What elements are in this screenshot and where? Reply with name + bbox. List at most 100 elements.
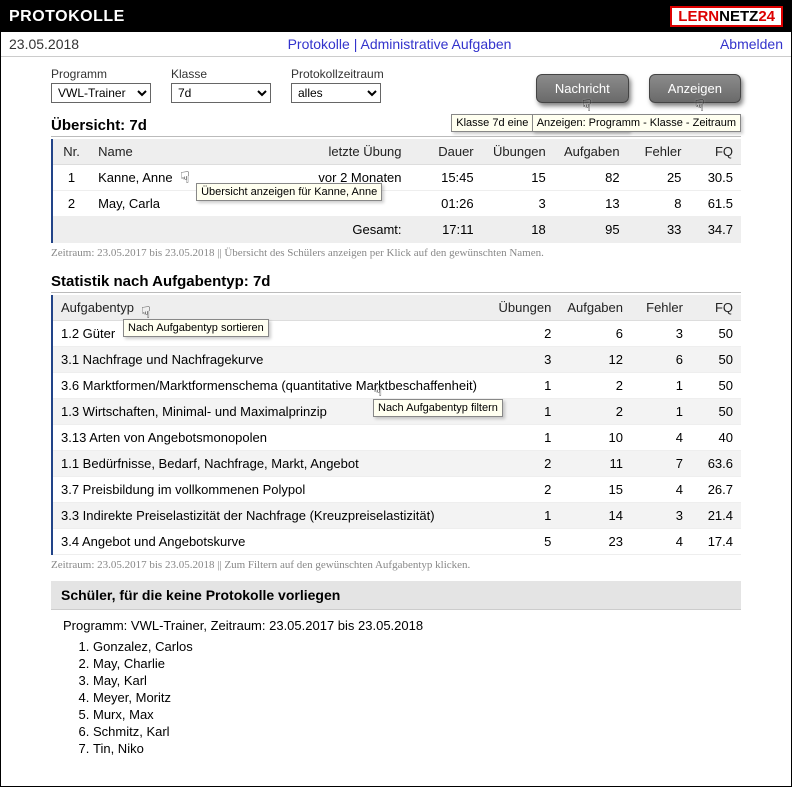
cell-typ[interactable]: 3.7 Preisbildung im vollkommenen Polypol (53, 477, 489, 503)
stats-footnote: Zeitraum: 23.05.2017 bis 23.05.2018 || Z… (51, 559, 741, 571)
col-auf[interactable]: Aufgaben (554, 139, 628, 165)
cell-fq: 50 (691, 347, 741, 373)
zeitraum-label: Protokollzeitraum (291, 67, 384, 81)
programm-select[interactable]: VWL-Trainer (51, 83, 151, 103)
logo: LERNNETZ24 (670, 6, 783, 27)
table-row[interactable]: 1Kanne, Anne☟Übersicht anzeigen für Kann… (53, 165, 741, 191)
col-fehler[interactable]: Fehler (628, 139, 690, 165)
cell-fq: 50 (691, 399, 741, 425)
table-row[interactable]: 3.3 Indirekte Preiselastizität der Nachf… (53, 503, 741, 529)
cell-nr: 2 (53, 191, 90, 217)
sort-tooltip: Nach Aufgabentyp sortieren (123, 319, 269, 337)
col-fehler[interactable]: Fehler (631, 295, 691, 321)
cell-ueb: 3 (489, 347, 559, 373)
logout-link[interactable]: Abmelden (720, 36, 783, 52)
cell-fq: 17.4 (691, 529, 741, 555)
cell-fq: 61.5 (689, 191, 741, 217)
cell-nr: 1 (53, 165, 90, 191)
col-ueb[interactable]: Übungen (489, 295, 559, 321)
col-auf[interactable]: Aufgaben (559, 295, 631, 321)
cell-auf: 82 (554, 165, 628, 191)
cell-auf: 23 (559, 529, 631, 555)
total-label: Gesamt: (286, 217, 410, 243)
list-item: Schmitz, Karl (93, 724, 729, 739)
cell-typ[interactable]: 3.4 Angebot und Angebotskurve (53, 529, 489, 555)
total-row: Gesamt:17:1118953334.7 (53, 217, 741, 243)
stats-heading: Statistik nach Aufgabentyp: 7d (51, 273, 741, 293)
cell-typ[interactable]: 3.6 Marktformen/Marktformenschema (quant… (53, 373, 489, 399)
noproto-heading: Schüler, für die keine Protokolle vorlie… (51, 581, 741, 610)
table-row[interactable]: 3.4 Angebot und Angebotskurve523417.4 (53, 529, 741, 555)
anzeigen-button[interactable]: Anzeigen (649, 74, 741, 103)
programm-label: Programm (51, 67, 151, 81)
table-row[interactable]: 3.6 Marktformen/Marktformenschema (quant… (53, 373, 741, 399)
nav-admin[interactable]: Administrative Aufgaben (360, 36, 511, 52)
col-nr: Nr. (53, 139, 90, 165)
controls-row: Programm VWL-Trainer Klasse 7d Protokoll… (51, 67, 741, 103)
cell-ueb: 1 (489, 503, 559, 529)
cell-name[interactable]: Kanne, Anne☟Übersicht anzeigen für Kanne… (90, 165, 286, 191)
cell-dauer: 15:45 (410, 165, 482, 191)
cell-auf: 6 (559, 321, 631, 347)
row-tooltip: Übersicht anzeigen für Kanne, Anne (196, 183, 382, 201)
cell-ueb: 3 (482, 191, 554, 217)
zeitraum-select[interactable]: alles (291, 83, 381, 103)
cell-auf: 14 (559, 503, 631, 529)
cell-fehler: 8 (628, 191, 690, 217)
cell-auf: 12 (559, 347, 631, 373)
list-item: May, Charlie (93, 656, 729, 671)
cell-fehler: 3 (631, 503, 691, 529)
cell-typ[interactable]: 3.13 Arten von Angebotsmonopolen (53, 425, 489, 451)
nav-protokolle[interactable]: Protokolle (288, 36, 350, 52)
cell-ueb: 15 (482, 165, 554, 191)
page-title: Protokolle (9, 8, 125, 26)
list-item: May, Karl (93, 673, 729, 688)
cell-ueb: 2 (489, 451, 559, 477)
cell-auf: 11 (559, 451, 631, 477)
table-row[interactable]: 2May, Carla01:26313861.5 (53, 191, 741, 217)
cell-auf: 2 (559, 399, 631, 425)
klasse-label: Klasse (171, 67, 271, 81)
col-dauer[interactable]: Dauer (410, 139, 482, 165)
cell-fehler: 6 (631, 347, 691, 373)
cell-ueb: 5 (489, 529, 559, 555)
col-fq[interactable]: FQ (689, 139, 741, 165)
cell-fehler: 1 (631, 373, 691, 399)
table-row[interactable]: 3.13 Arten von Angebotsmonopolen110440 (53, 425, 741, 451)
cell-auf: 13 (554, 191, 628, 217)
overview-table: Nr. Name letzte Übung Dauer Übungen Aufg… (53, 139, 741, 243)
list-item: Meyer, Moritz (93, 690, 729, 705)
cell-typ[interactable]: 1.1 Bedürfnisse, Bedarf, Nachfrage, Mark… (53, 451, 489, 477)
stats-table: Aufgabentyp ☟ Nach Aufgabentyp sortieren… (53, 295, 741, 555)
table-row[interactable]: 3.7 Preisbildung im vollkommenen Polypol… (53, 477, 741, 503)
cell-fehler: 4 (631, 425, 691, 451)
cell-fq: 63.6 (691, 451, 741, 477)
list-item: Murx, Max (93, 707, 729, 722)
overview-footnote: Zeitraum: 23.05.2017 bis 23.05.2018 || Ü… (51, 247, 741, 259)
cell-fehler: 4 (631, 529, 691, 555)
subbar: 23.05.2018 Protokolle | Administrative A… (1, 32, 791, 57)
cell-ueb: 1 (489, 425, 559, 451)
col-ueb[interactable]: Übungen (482, 139, 554, 165)
cell-typ[interactable]: 1.2 Güter (53, 321, 489, 347)
cell-fehler: 1 (631, 399, 691, 425)
col-aufgabentyp[interactable]: Aufgabentyp ☟ Nach Aufgabentyp sortieren (53, 295, 489, 321)
noproto-subline: Programm: VWL-Trainer, Zeitraum: 23.05.2… (63, 618, 729, 633)
cell-fehler: 25 (628, 165, 690, 191)
col-letzte[interactable]: letzte Übung (286, 139, 410, 165)
table-row[interactable]: 1.1 Bedürfnisse, Bedarf, Nachfrage, Mark… (53, 451, 741, 477)
list-item: Tin, Niko (93, 741, 729, 756)
table-row[interactable]: 3.1 Nachfrage und Nachfragekurve312650 (53, 347, 741, 373)
cell-fehler: 3 (631, 321, 691, 347)
titlebar: Protokolle LERNNETZ24 (1, 1, 791, 32)
col-fq[interactable]: FQ (691, 295, 741, 321)
nachricht-button[interactable]: Nachricht (536, 74, 629, 103)
col-name[interactable]: Name (90, 139, 286, 165)
cell-ueb: 2 (489, 321, 559, 347)
cell-auf: 2 (559, 373, 631, 399)
cell-typ[interactable]: 3.3 Indirekte Preiselastizität der Nachf… (53, 503, 489, 529)
cell-fehler: 7 (631, 451, 691, 477)
cell-typ[interactable]: 3.1 Nachfrage und Nachfragekurve (53, 347, 489, 373)
klasse-select[interactable]: 7d (171, 83, 271, 103)
filter-tooltip: Nach Aufgabentyp filtern (373, 399, 503, 417)
